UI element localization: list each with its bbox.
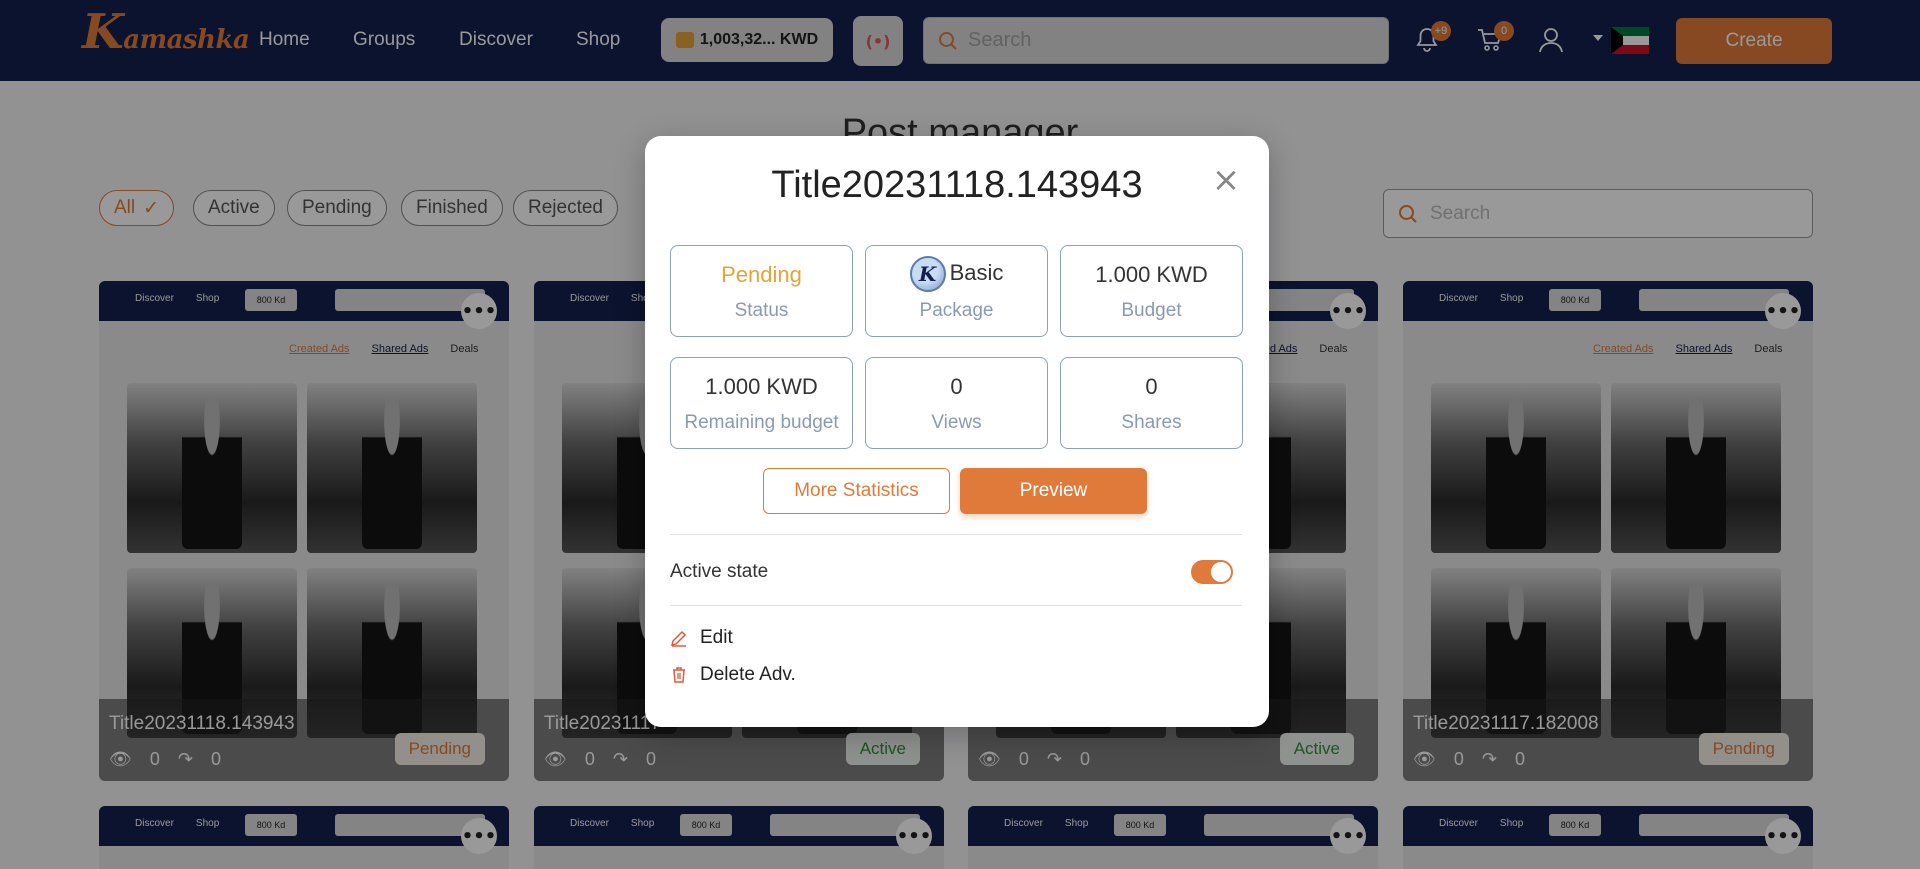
edit-label: Edit [700,627,733,648]
status-value: Pending [721,262,802,287]
shares-label: Shares [1121,412,1182,433]
views-stat-box: 0 Views [865,357,1048,449]
views-value: 0 [950,374,963,399]
trash-icon [673,667,685,683]
edit-button[interactable]: Edit [670,627,733,649]
shares-value: 0 [1145,374,1158,399]
budget-stat-box: 1.000 KWD Budget [1060,245,1243,337]
budget-value: 1.000 KWD [1095,262,1208,287]
remaining-budget-label: Remaining budget [684,412,839,433]
status-label: Status [734,300,789,321]
shares-stat-box: 0 Shares [1060,357,1243,449]
remaining-budget-stat-box: 1.000 KWD Remaining budget [670,357,853,449]
more-statistics-button[interactable]: More Statistics [763,468,950,514]
close-icon[interactable]: × [1211,163,1241,197]
package-value: Basic [949,259,1004,285]
package-label: Package [919,300,994,321]
active-state-label: Active state [670,561,769,582]
package-stat-box: K Basic Package [865,245,1048,337]
budget-label: Budget [1121,300,1182,321]
delete-label: Delete Adv. [700,664,796,685]
status-stat-box: Pending Status [670,245,853,337]
package-badge-icon: K [909,256,946,292]
divider [670,605,1242,606]
post-details-modal: Title20231118.143943 × Pending Status KB… [645,136,1269,727]
views-label: Views [931,412,982,433]
preview-button[interactable]: Preview [960,468,1147,514]
pencil-icon [670,630,687,647]
active-state-toggle[interactable] [1191,560,1233,584]
delete-adv-button[interactable]: Delete Adv. [670,664,796,686]
remaining-budget-value: 1.000 KWD [705,374,818,399]
divider [670,534,1242,535]
modal-title: Title20231118.143943 [771,164,1143,206]
